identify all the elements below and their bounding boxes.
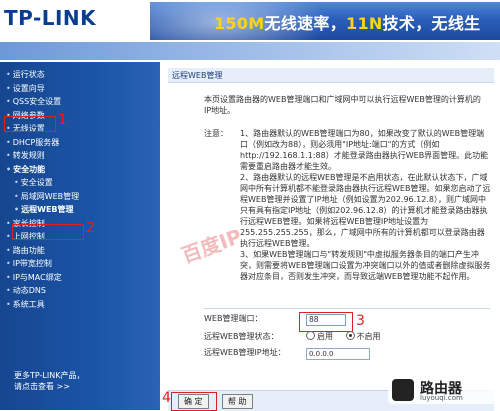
page-description: 本页设置路由器的WEB管理端口和广域网中可以执行远程WEB管理的计算机的IP地址… — [204, 95, 481, 115]
ip-row: 远程WEB管理IP地址： — [204, 346, 286, 360]
sidebar-item-ddns[interactable]: • 动态DNS — [6, 284, 156, 298]
router-logo-icon — [392, 379, 414, 401]
bullet-icon: • — [6, 245, 11, 255]
status-label: 远程WEB管理状态： — [204, 332, 279, 341]
sidebar-item-security[interactable]: • 安全功能 — [6, 163, 156, 177]
radio-disable[interactable]: 不启用 — [345, 331, 381, 341]
banner-tech-label: 技术， — [382, 14, 432, 33]
divider — [204, 308, 490, 309]
note-1: 1、路由器默认的WEB管理端口为80，如果改变了默认的WEB管理端口（例如改为8… — [240, 129, 489, 171]
help-button[interactable]: 帮 助 — [222, 394, 253, 409]
sidebar-item-label: 转发规则 — [12, 151, 45, 160]
bullet-icon: • — [14, 205, 20, 214]
sidebar-item-label: IP带宽控制 — [12, 259, 52, 268]
footer-line2[interactable]: 请点击查看 >> — [14, 381, 84, 392]
sidebar-item-system-tools[interactable]: • 系统工具 — [6, 298, 156, 312]
header-bar — [0, 42, 500, 60]
sidebar-item-label: 安全设置 — [20, 178, 53, 187]
content-titlebar: 远程WEB管理 — [168, 68, 494, 83]
page-title: 远程WEB管理 — [172, 71, 223, 80]
sidebar-item-label: IP与MAC绑定 — [12, 272, 62, 282]
sidebar-item-security-settings[interactable]: • 安全设置 — [6, 176, 156, 190]
annotation-box-ok — [171, 392, 217, 411]
radio-disable-icon — [345, 331, 355, 340]
bullet-icon: • — [6, 164, 12, 174]
ip-input[interactable]: 0.0.0.0 — [306, 348, 370, 360]
bullet-icon: • — [6, 232, 11, 241]
sidebar-item-label: 系统工具 — [12, 299, 45, 309]
sidebar-item-label: 局域网WEB管理 — [20, 191, 80, 201]
banner-text: 150M无线速率，11N技术，无线生 — [214, 10, 480, 34]
corner-logo: 路由器 luyouqi.com — [388, 376, 496, 404]
sidebar-item-bandwidth[interactable]: • IP带宽控制 — [6, 257, 156, 271]
ip-label: 远程WEB管理IP地址： — [204, 348, 286, 357]
sidebar-item-label: 动态DNS — [12, 286, 46, 295]
radio-disable-label: 不启用 — [356, 332, 381, 341]
banner-wireless: 无线生 — [431, 14, 481, 33]
sidebar-item-wizard[interactable]: • 设置向导 — [6, 82, 156, 96]
note-2: 2、路由器默认的远程WEB管理是不启用状态，在此默认状态下，广域网中所有计算机都… — [240, 173, 491, 248]
sidebar-item-remote-web[interactable]: • 远程WEB管理 — [6, 203, 156, 217]
annotation-number-2: 2 — [86, 220, 95, 236]
annotation-number-4: 4 — [162, 390, 171, 406]
annotation-box-remote-web — [12, 224, 84, 240]
annotation-number-1: 1 — [58, 112, 67, 128]
sidebar-item-label: 设置向导 — [12, 83, 45, 93]
sidebar-item-forwarding[interactable]: • 转发规则 — [6, 149, 156, 163]
sidebar-item-label: QSS安全设置 — [12, 97, 62, 106]
radio-enable-icon — [306, 331, 315, 340]
radio-enable[interactable]: 启用 — [306, 331, 333, 341]
bullet-icon: • — [6, 299, 11, 309]
sidebar-item-dhcp[interactable]: • DHCP服务器 — [6, 136, 156, 150]
bullet-icon: • — [6, 97, 11, 106]
sidebar-item-routing[interactable]: • 路由功能 — [6, 244, 156, 258]
sidebar-item-label: 远程WEB管理 — [21, 205, 74, 214]
sidebar-item-label: 路由功能 — [12, 245, 45, 255]
annotation-box-security — [4, 116, 56, 132]
port-label: WEB管理端口： — [204, 314, 263, 323]
sidebar-item-qss[interactable]: • QSS安全设置 — [6, 95, 156, 109]
sidebar-item-lan-web[interactable]: • 局域网WEB管理 — [6, 190, 156, 204]
bullet-icon: • — [6, 259, 11, 268]
radio-enable-label: 启用 — [317, 332, 333, 341]
bullet-icon: • — [6, 286, 11, 295]
bullet-icon: • — [6, 272, 11, 282]
port-row: WEB管理端口： — [204, 312, 262, 326]
annotation-number-3: 3 — [356, 313, 365, 329]
bullet-icon: • — [14, 178, 19, 187]
bullet-icon: • — [6, 218, 11, 228]
annotation-box-port — [299, 312, 353, 332]
bullet-icon: • — [6, 70, 11, 79]
bullet-icon: • — [14, 191, 19, 201]
footer-line1: 更多TP-LINK产品， — [14, 371, 85, 380]
tp-link-logo: TP-LINK — [4, 6, 97, 30]
bullet-icon: • — [6, 83, 11, 93]
sidebar-item-ip-mac[interactable]: • IP与MAC绑定 — [6, 271, 156, 285]
note-3: 3、如果WEB管理端口与"转发规则"中虚拟服务器条目的端口产生冲突，则需要将WE… — [240, 250, 491, 281]
notes-label: 注意： — [204, 129, 228, 138]
banner-speed: 150M — [214, 14, 265, 33]
bullet-icon: • — [6, 151, 11, 160]
sidebar-item-status[interactable]: • 运行状态 — [6, 68, 156, 82]
corner-logo-subtitle: luyouqi.com — [420, 394, 463, 402]
sidebar-menu: • 运行状态 • 设置向导 • QSS安全设置 • 网络参数 • 无线设置 • DHCP服务… — [6, 68, 156, 311]
notes: 1、路由器默认的WEB管理端口为80，如果改变了默认的WEB管理端口（例如改为8… — [240, 128, 492, 282]
sidebar-footer[interactable]: 更多TP-LINK产品， 请点击查看 >> — [14, 370, 84, 392]
sidebar-item-label: DHCP服务器 — [12, 137, 60, 147]
status-options: 启用 不启用 — [306, 330, 381, 344]
bullet-icon: • — [6, 137, 11, 147]
header: TP-LINK 150M无线速率，11N技术，无线生 — [0, 0, 500, 62]
sidebar-item-label: 运行状态 — [12, 70, 45, 79]
banner-tech: 11N — [346, 14, 383, 33]
sidebar-item-label: 安全功能 — [13, 164, 46, 174]
status-row: 远程WEB管理状态： — [204, 330, 278, 344]
banner: 150M无线速率，11N技术，无线生 — [150, 2, 500, 40]
banner-speed-label: 无线速率， — [264, 14, 347, 33]
